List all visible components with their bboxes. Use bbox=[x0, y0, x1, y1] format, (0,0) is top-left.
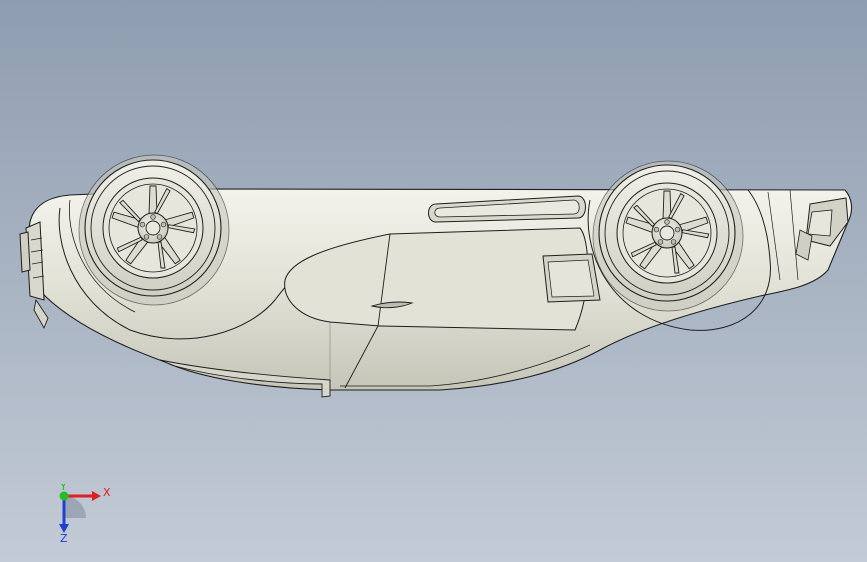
front-wheel bbox=[78, 154, 230, 306]
z-axis-label: Z bbox=[60, 532, 68, 544]
graphics-viewport[interactable]: X Z Y bbox=[0, 0, 867, 562]
y-axis-label: Y bbox=[59, 484, 67, 493]
x-axis-label: X bbox=[103, 486, 111, 499]
axis-triad: X Z Y bbox=[59, 484, 111, 544]
x-axis-arrow-icon bbox=[92, 491, 101, 501]
rear-wheel bbox=[592, 160, 744, 312]
car-model[interactable] bbox=[0, 0, 867, 562]
triad-shadow bbox=[64, 496, 86, 518]
front-grille bbox=[19, 231, 31, 273]
